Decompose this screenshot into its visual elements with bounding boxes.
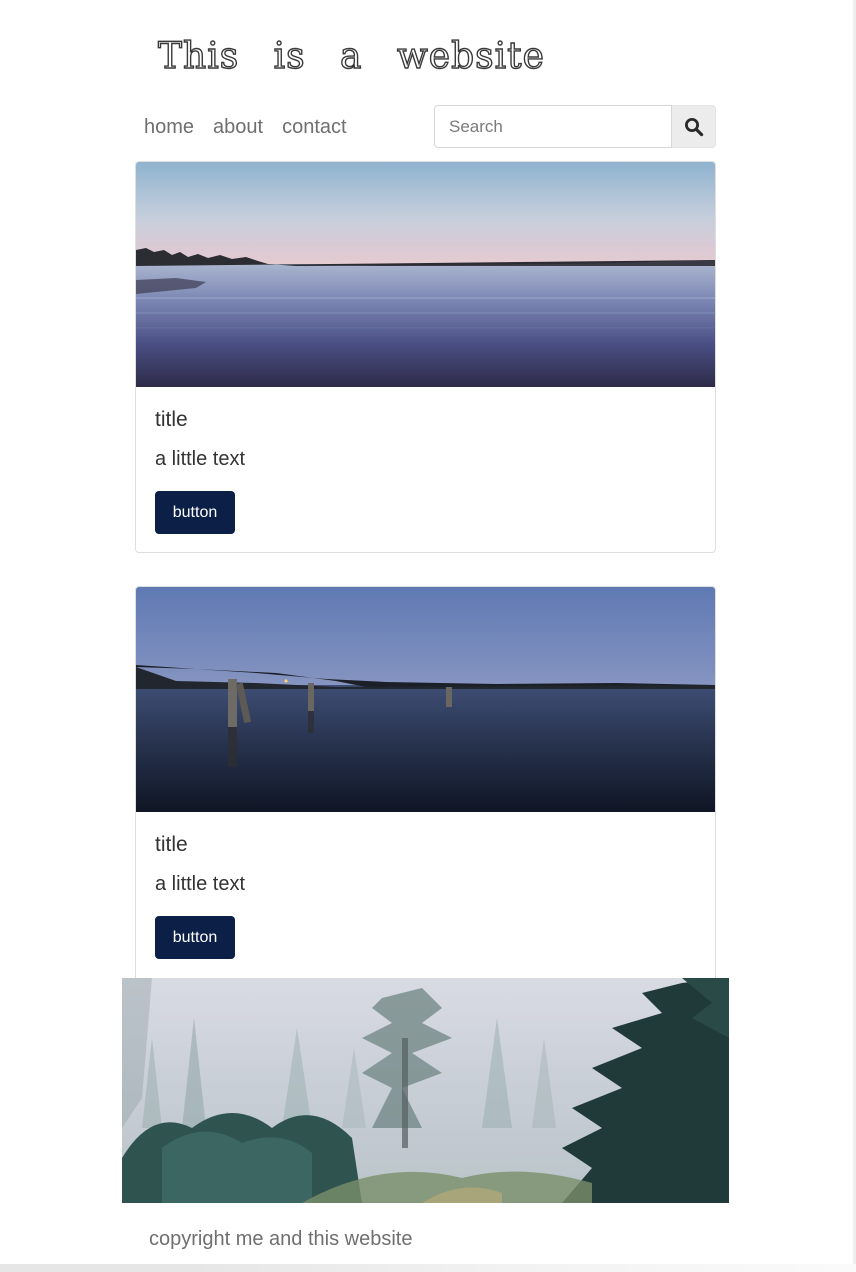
card-button[interactable]: button [155, 916, 235, 959]
card-text: a little text [155, 873, 246, 895]
nav-item-home[interactable]: home [144, 112, 194, 142]
page: This is a website home about contact Sea… [0, 0, 856, 1272]
horizontal-scrollbar[interactable] [0, 1264, 856, 1272]
search-input[interactable] [434, 105, 672, 148]
search-icon [684, 117, 703, 136]
search-button[interactable] [672, 105, 716, 148]
card-text: a little text [155, 448, 246, 470]
card: title a little text button [135, 586, 716, 978]
nav-item-contact[interactable]: contact [282, 112, 346, 142]
search-form [434, 105, 716, 148]
card-title: title [155, 833, 188, 856]
footer-text: copyright me and this website [149, 1228, 413, 1250]
card: title a little text button [135, 161, 716, 553]
pier-posts-lake-image [136, 587, 715, 812]
card-title: title [155, 408, 188, 431]
lake-at-dusk-image [136, 162, 715, 387]
nav-item-about[interactable]: about [213, 112, 263, 142]
foggy-forest-image [122, 978, 729, 1203]
card-button[interactable]: button [155, 491, 235, 534]
main-nav: home about contact [144, 112, 347, 142]
site-title: This is a website [157, 35, 545, 77]
